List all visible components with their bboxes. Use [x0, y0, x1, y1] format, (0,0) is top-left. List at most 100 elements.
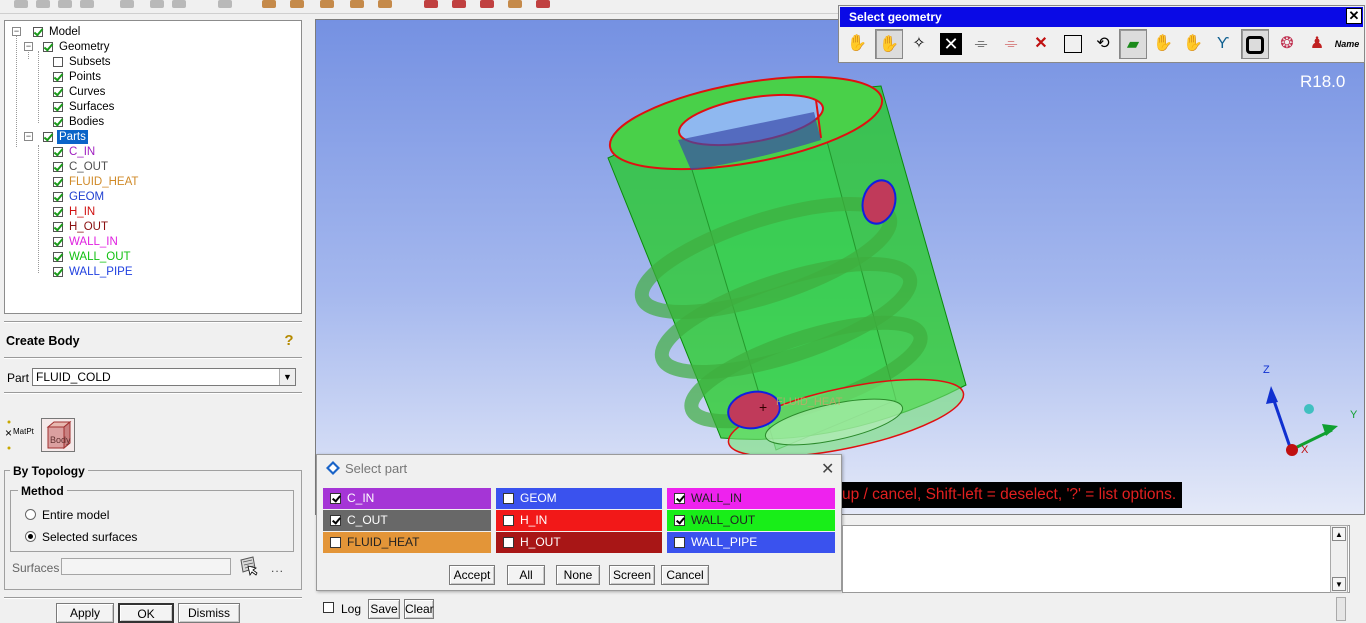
checkbox-icon[interactable]	[330, 537, 341, 548]
checkbox-icon[interactable]	[53, 102, 63, 112]
radio-selected-surfaces[interactable]	[25, 531, 36, 542]
select-curves-icon[interactable]: ϒ	[1209, 29, 1237, 59]
part-select[interactable]: FLUID_COLD ▼	[32, 368, 296, 386]
part-cell-wall-pipe[interactable]: WALL_PIPE	[667, 532, 835, 553]
checkbox-icon[interactable]	[53, 252, 63, 262]
checkbox-icon[interactable]	[674, 537, 685, 548]
toolbar-icon[interactable]	[172, 0, 186, 8]
surface-select-icon[interactable]: ▰	[1119, 29, 1147, 59]
checkbox-icon[interactable]	[330, 515, 341, 526]
select-all-visible-icon[interactable]: ⟲	[1089, 29, 1117, 59]
select-color-icon[interactable]: ❂	[1273, 29, 1301, 59]
toolbar-icon[interactable]	[350, 0, 364, 8]
checkbox-icon[interactable]	[674, 515, 685, 526]
apply-button[interactable]: Apply	[56, 603, 114, 623]
toggle-visible-icon[interactable]: ⌯	[967, 29, 995, 59]
checkbox-icon[interactable]	[43, 42, 53, 52]
toolbar-icon[interactable]	[218, 0, 232, 8]
scroll-up-icon[interactable]: ▲	[1332, 527, 1346, 541]
toolbar-icon[interactable]	[320, 0, 334, 8]
toolbar-icon[interactable]	[36, 0, 50, 8]
select-entity-icon[interactable]: ♟	[1303, 29, 1331, 59]
part-cell-h-in[interactable]: H_IN	[496, 510, 662, 531]
polygon-select-icon[interactable]: ✋	[875, 29, 903, 59]
dismiss-button[interactable]: Dismiss	[178, 603, 240, 623]
checkbox-icon[interactable]	[53, 162, 63, 172]
toolbar-icon[interactable]	[80, 0, 94, 8]
checkbox-icon[interactable]	[43, 132, 53, 142]
tree-collapse-parts[interactable]: −	[24, 132, 33, 141]
checkbox-icon[interactable]	[53, 237, 63, 247]
checkbox-icon[interactable]	[503, 493, 514, 504]
graphics-viewport[interactable]: + R18.0 FLUID_HEAT Z Y X up / cancel, Sh…	[315, 19, 1365, 515]
part-cell-wall-in[interactable]: WALL_IN	[667, 488, 835, 509]
select-star-icon[interactable]: ✧	[905, 29, 933, 59]
checkbox-icon[interactable]	[53, 57, 63, 67]
cancel-select-icon[interactable]: ✕	[1027, 29, 1055, 59]
checkbox-icon[interactable]	[53, 222, 63, 232]
toolbar-icon[interactable]	[120, 0, 134, 8]
surfaces-input[interactable]	[61, 558, 231, 575]
clear-button[interactable]: Clear	[404, 599, 434, 619]
radio-entire-model[interactable]	[25, 509, 36, 520]
part-cell-h-out[interactable]: H_OUT	[496, 532, 662, 553]
accept-button[interactable]: Accept	[449, 565, 495, 585]
scrollbar-thumb[interactable]	[1336, 597, 1346, 621]
cancel-button[interactable]: Cancel	[661, 565, 709, 585]
checkbox-icon[interactable]	[53, 207, 63, 217]
select-by-family-icon[interactable]: ✋	[1179, 29, 1207, 59]
select-cross-icon[interactable]: ✕	[937, 29, 965, 59]
select-outline-icon[interactable]	[1241, 29, 1269, 59]
toolbar-icon[interactable]	[262, 0, 276, 8]
select-surfaces-icon[interactable]	[238, 556, 258, 577]
part-cell-c-out[interactable]: C_OUT	[323, 510, 491, 531]
toolbar-icon[interactable]	[58, 0, 72, 8]
more-options-button[interactable]: ...	[271, 561, 284, 575]
select-by-part-icon[interactable]: ✋	[1149, 29, 1177, 59]
toolbar-icon[interactable]	[508, 0, 522, 8]
checkbox-icon[interactable]	[503, 537, 514, 548]
select-none-button[interactable]: None	[556, 565, 600, 585]
checkbox-icon[interactable]	[53, 87, 63, 97]
help-icon[interactable]: ?	[282, 333, 296, 349]
toggle-hidden-icon[interactable]: ⌯	[997, 29, 1025, 59]
scroll-down-icon[interactable]: ▼	[1332, 577, 1346, 591]
box-select-icon[interactable]	[1059, 29, 1087, 59]
toolbar-icon[interactable]	[424, 0, 438, 8]
toolbar-icon[interactable]	[150, 0, 164, 8]
toolbar-icon[interactable]	[378, 0, 392, 8]
part-cell-wall-out[interactable]: WALL_OUT	[667, 510, 835, 531]
save-button[interactable]: Save	[368, 599, 400, 619]
close-icon[interactable]: ✕	[821, 459, 834, 479]
select-by-name-button[interactable]: Name	[1333, 29, 1361, 59]
part-cell-c-in[interactable]: C_IN	[323, 488, 491, 509]
tree-collapse-geometry[interactable]: −	[24, 42, 33, 51]
checkbox-icon[interactable]	[53, 147, 63, 157]
body-icon[interactable]: Body	[41, 418, 75, 452]
screen-select-button[interactable]: Screen	[609, 565, 655, 585]
checkbox-icon[interactable]	[53, 117, 63, 127]
checkbox-icon[interactable]	[53, 177, 63, 187]
toolbar-icon[interactable]	[452, 0, 466, 8]
checkbox-icon[interactable]	[503, 515, 514, 526]
checkbox-icon[interactable]	[53, 192, 63, 202]
part-cell-fluid-heat[interactable]: FLUID_HEAT	[323, 532, 491, 553]
chevron-down-icon[interactable]: ▼	[279, 369, 295, 385]
tree-collapse-model[interactable]: −	[12, 27, 21, 36]
part-cell-geom[interactable]: GEOM	[496, 488, 662, 509]
checkbox-icon[interactable]	[33, 27, 43, 37]
checkbox-icon[interactable]	[674, 493, 685, 504]
toolbar-icon[interactable]	[480, 0, 494, 8]
toolbar-icon[interactable]	[14, 0, 28, 8]
material-point-icon[interactable]: × MatPt	[5, 418, 39, 452]
select-device-icon[interactable]: ✋	[843, 29, 871, 59]
log-checkbox[interactable]	[323, 602, 334, 613]
close-icon[interactable]: ✕	[1346, 8, 1362, 24]
ok-button[interactable]: OK	[118, 603, 174, 623]
toolbar-icon[interactable]	[536, 0, 550, 8]
output-scrollbar[interactable]: ▲ ▼	[1330, 525, 1348, 593]
select-all-button[interactable]: All	[507, 565, 545, 585]
checkbox-icon[interactable]	[330, 493, 341, 504]
toolbar-icon[interactable]	[290, 0, 304, 8]
message-output[interactable]	[842, 525, 1350, 593]
